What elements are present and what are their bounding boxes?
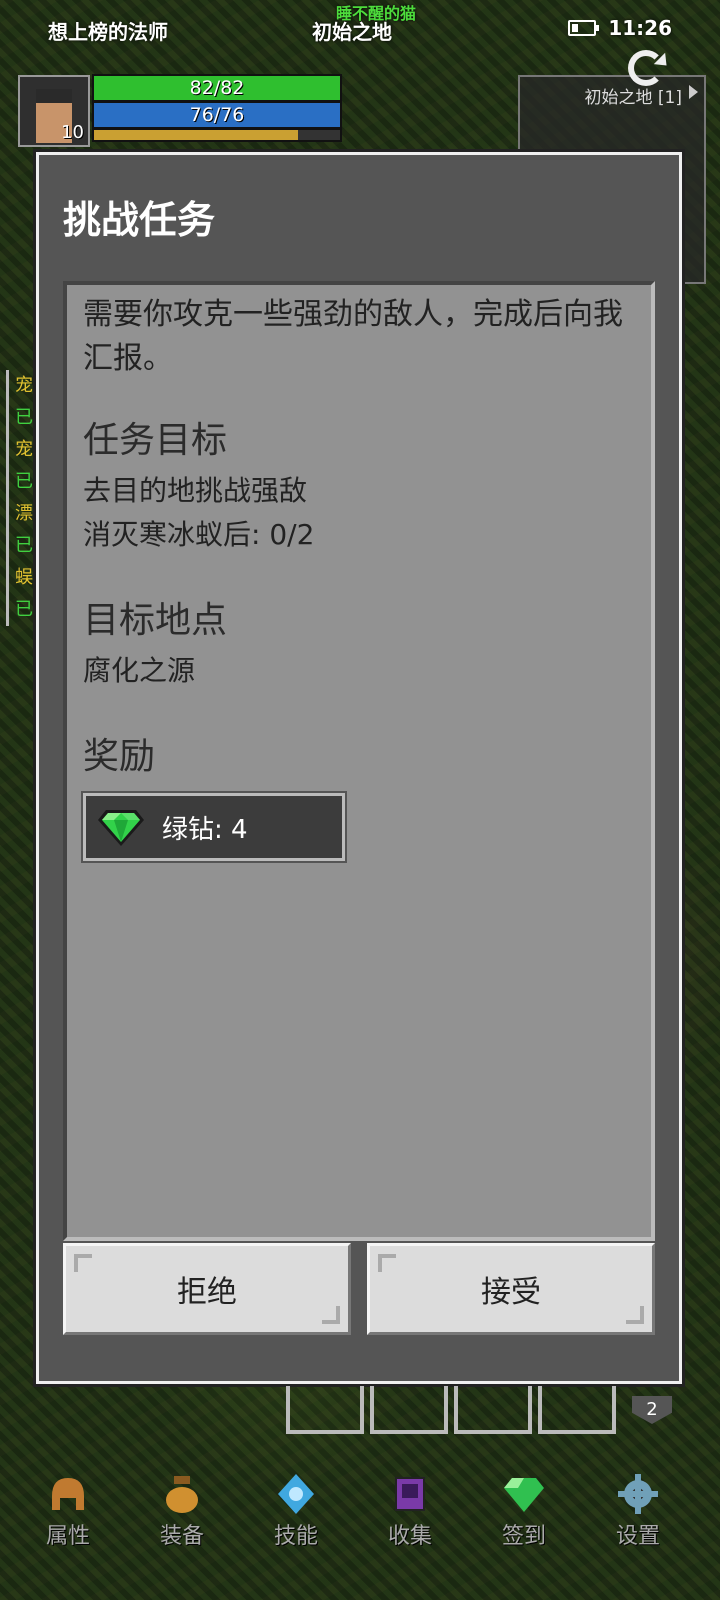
quick-slot[interactable] xyxy=(538,1386,616,1434)
objective-line: 去目的地挑战强敌 xyxy=(83,474,308,507)
target-location: 腐化之源 xyxy=(83,654,196,687)
nav-label: 收集 xyxy=(387,1524,432,1549)
nav-label: 属性 xyxy=(45,1524,90,1549)
quest-content-panel: 需要你攻克一些强劲的敌人，完成后向我汇报。 任务目标 去目的地挑战强敌 消灭寒冰… xyxy=(63,281,655,1241)
nav-label: 签到 xyxy=(501,1524,546,1549)
clock: 11:26 xyxy=(608,16,672,40)
book-icon xyxy=(388,1474,432,1514)
quick-slot[interactable] xyxy=(454,1386,532,1434)
nav-label: 技能 xyxy=(273,1524,318,1549)
nav-item-5[interactable]: 设置 xyxy=(588,1474,688,1550)
quest-description: 需要你攻克一些强劲的敌人，完成后向我汇报。 xyxy=(83,297,623,376)
bag-icon xyxy=(160,1474,204,1514)
xp-bar-fill xyxy=(94,130,299,140)
quick-slot[interactable] xyxy=(370,1386,448,1434)
reject-button[interactable]: 拒绝 xyxy=(63,1243,351,1335)
objective-progress: 消灭寒冰蚁后: 0/2 xyxy=(83,518,315,551)
nav-item-1[interactable]: 装备 xyxy=(132,1474,232,1550)
reward-item[interactable]: 绿钻: 4 xyxy=(81,791,347,863)
reward-heading: 奖励 xyxy=(83,736,156,777)
player-level: 10 xyxy=(61,122,84,143)
gear-icon xyxy=(616,1474,660,1514)
status-bar: 睡不醒的猫 想上榜的法师 初始之地 11:26 xyxy=(0,4,720,46)
nav-item-3[interactable]: 收集 xyxy=(360,1474,460,1550)
accept-button[interactable]: 接受 xyxy=(367,1243,655,1335)
reject-button-label: 拒绝 xyxy=(177,1275,237,1310)
mp-bar: 76/76 xyxy=(92,101,342,129)
nav-item-4[interactable]: 签到 xyxy=(474,1474,574,1550)
bottom-nav: 属性 装备 技能 收集 签到 设置 xyxy=(0,1474,720,1574)
helmet-icon xyxy=(46,1474,90,1514)
player-avatar[interactable]: 10 xyxy=(18,75,90,147)
green-diamond-icon xyxy=(98,808,144,846)
quest-dialog: 挑战任务 需要你攻克一些强劲的敌人，完成后向我汇报。 任务目标 去目的地挑战强敌… xyxy=(33,149,685,1387)
objective-heading: 任务目标 xyxy=(83,420,228,461)
location-heading: 目标地点 xyxy=(83,600,228,641)
quick-slot[interactable] xyxy=(286,1386,364,1434)
reward-text: 绿钻: 4 xyxy=(162,814,248,845)
dialog-title: 挑战任务 xyxy=(63,198,216,242)
hp-bar: 82/82 xyxy=(92,74,342,102)
minimap-label: 初始之地 [1] xyxy=(584,88,682,108)
nav-label: 设置 xyxy=(615,1524,660,1549)
green-diamond-icon xyxy=(502,1474,546,1514)
skill-orb-icon xyxy=(274,1474,318,1514)
xp-bar xyxy=(92,128,342,142)
nav-item-2[interactable]: 技能 xyxy=(246,1474,346,1550)
nav-item-0[interactable]: 属性 xyxy=(18,1474,118,1550)
player-title: 想上榜的法师 xyxy=(48,20,168,44)
current-map-name: 初始之地 xyxy=(312,20,392,44)
nav-label: 装备 xyxy=(159,1524,204,1549)
minimap-expand-icon[interactable] xyxy=(689,85,698,99)
accept-button-label: 接受 xyxy=(481,1275,541,1310)
refresh-icon[interactable] xyxy=(628,50,664,86)
battery-icon xyxy=(568,20,599,36)
